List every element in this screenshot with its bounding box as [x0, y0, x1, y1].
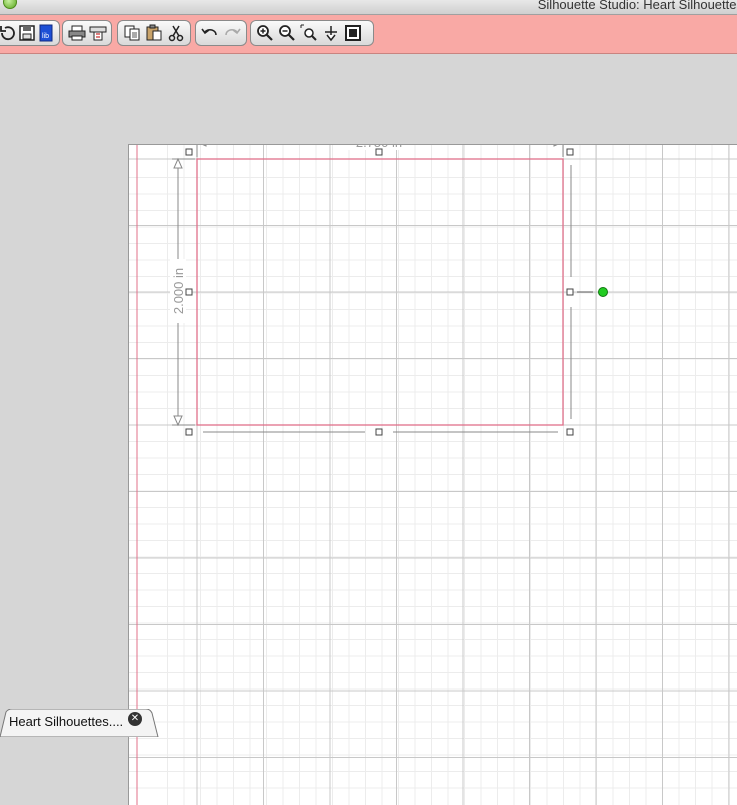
width-arrow-left-icon — [202, 145, 207, 147]
resize-handle[interactable] — [375, 428, 383, 436]
rotate-handle[interactable] — [598, 287, 608, 297]
zoom-out-button[interactable] — [276, 23, 298, 43]
height-arrow-bottom-icon — [173, 415, 183, 427]
window-title: Silhouette Studio: Heart Silhouettes — [537, 0, 737, 12]
resize-handle[interactable] — [566, 428, 574, 436]
resize-handle[interactable] — [566, 148, 574, 156]
paste-button[interactable] — [143, 23, 165, 43]
canvas-grid: 2.750 in2.000 in — [129, 145, 737, 805]
toolbar-group-file: lib — [0, 20, 60, 46]
zoom-in-icon — [257, 25, 273, 41]
height-arrow-top-icon — [173, 157, 183, 169]
undo-icon — [201, 28, 217, 36]
document-tab-label: Heart Silhouettes.... — [9, 714, 124, 729]
resize-handle[interactable] — [185, 428, 193, 436]
cutting-mat-page[interactable]: 2.750 in2.000 in — [128, 144, 737, 805]
close-tab-icon[interactable]: ✕ — [128, 712, 142, 726]
save-library-icon: lib — [39, 24, 53, 42]
fit-to-page-icon — [345, 25, 361, 41]
send-to-cutter-icon — [89, 26, 106, 41]
refresh-icon — [0, 26, 15, 41]
redo-button[interactable] — [221, 23, 243, 43]
send-to-cutter-button[interactable] — [87, 23, 108, 43]
window-zoom-button[interactable] — [3, 0, 17, 9]
zoom-out-icon — [279, 25, 295, 41]
document-tab[interactable]: Heart Silhouettes.... ✕ — [0, 709, 159, 737]
resize-handle[interactable] — [566, 288, 574, 296]
copy-button[interactable] — [121, 23, 143, 43]
undo-button[interactable] — [199, 23, 221, 43]
refresh-button[interactable] — [0, 23, 17, 43]
svg-text:lib: lib — [42, 33, 49, 40]
cut-button[interactable] — [165, 23, 187, 43]
pan-button[interactable] — [320, 23, 342, 43]
resize-handle[interactable] — [375, 148, 383, 156]
save-button[interactable] — [17, 23, 36, 43]
save-icon — [19, 25, 35, 41]
print-icon — [68, 25, 85, 41]
zoom-selection-icon — [300, 24, 317, 41]
toolbar-group-clipboard — [117, 20, 191, 46]
cut-icon — [168, 25, 184, 42]
design-workspace[interactable]: 2.750 in2.000 in — [0, 54, 737, 805]
height-dimension-label: 2.000 in — [171, 268, 186, 314]
main-toolbar: lib — [0, 15, 737, 54]
print-button[interactable] — [66, 23, 87, 43]
resize-handle[interactable] — [185, 148, 193, 156]
width-arrow-right-icon — [553, 145, 558, 147]
toolbar-group-history — [195, 20, 247, 46]
toolbar-group-output — [62, 20, 112, 46]
paste-icon — [146, 24, 162, 41]
zoom-selection-button[interactable] — [298, 23, 320, 43]
save-to-library-button[interactable]: lib — [37, 23, 56, 43]
zoom-in-button[interactable] — [254, 23, 276, 43]
toolbar-group-zoom — [250, 20, 374, 46]
resize-handle[interactable] — [185, 288, 193, 296]
redo-icon — [225, 28, 241, 36]
window-title-bar: Silhouette Studio: Heart Silhouettes — [0, 0, 737, 15]
pan-icon — [325, 26, 337, 42]
fit-to-page-button[interactable] — [342, 23, 364, 43]
copy-icon — [124, 25, 140, 41]
